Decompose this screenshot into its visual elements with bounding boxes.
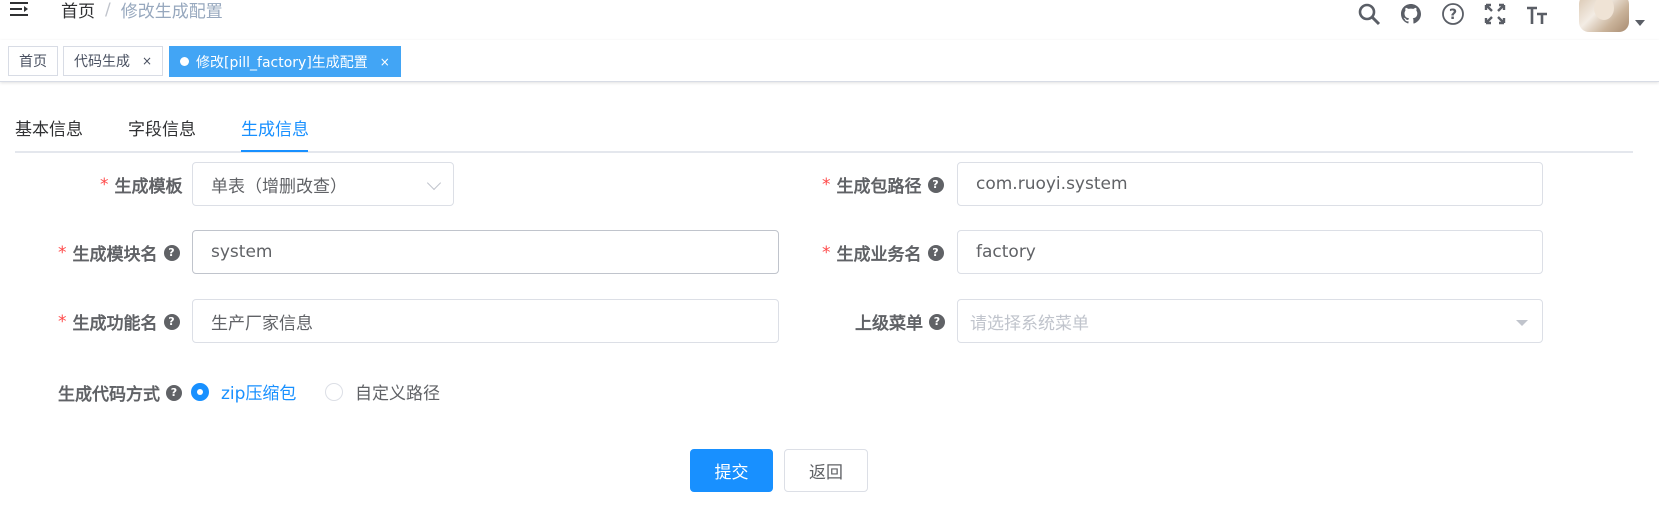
tag-edit-gen-config[interactable]: 修改[pill_factory]生成配置 × (169, 46, 401, 77)
github-icon[interactable] (1399, 2, 1423, 26)
required-mark: * (822, 174, 831, 195)
parent-menu-label: 上级菜单 ? (855, 309, 945, 334)
help-icon[interactable]: ? (927, 244, 944, 261)
radio-custom-path[interactable]: 自定义路径 (325, 379, 440, 404)
close-icon[interactable]: × (380, 55, 390, 69)
template-value: 单表（增删改查） (211, 176, 347, 197)
required-mark: * (58, 242, 67, 263)
module-name-value: system (211, 242, 273, 262)
breadcrumb-current: 修改生成配置 (120, 2, 223, 22)
navbar: 首页 / 修改生成配置 ? (0, 0, 1659, 40)
button-label: 返回 (809, 463, 843, 483)
svg-text:?: ? (1449, 7, 1457, 23)
tab-basic-info[interactable]: 基本信息 (15, 115, 83, 140)
business-name-label: * 生成业务名 ? (822, 240, 944, 265)
template-select[interactable]: 单表（增删改查） (192, 162, 454, 206)
required-mark: * (100, 174, 109, 195)
tabs: 基本信息 字段信息 生成信息 (15, 105, 1633, 153)
active-dot-icon (180, 57, 189, 66)
tab-field-info[interactable]: 字段信息 (128, 115, 196, 140)
tag-label: 代码生成 (74, 54, 130, 70)
tag-label: 修改[pill_factory]生成配置 (196, 54, 368, 71)
package-path-label: * 生成包路径 ? (822, 172, 944, 197)
label-text: 上级菜单 (855, 314, 923, 334)
breadcrumb-separator: / (105, 0, 111, 20)
avatar[interactable] (1579, 0, 1629, 32)
function-name-input[interactable]: 生产厂家信息 (192, 299, 779, 343)
submit-button[interactable]: 提交 (690, 449, 773, 492)
question-circle-icon[interactable]: ? (1441, 2, 1465, 26)
radio-label: 自定义路径 (355, 384, 440, 404)
active-tab-indicator (241, 150, 308, 152)
template-label: * 生成模板 (100, 172, 183, 198)
radio-label: zip压缩包 (221, 384, 297, 404)
label-text: 生成代码方式 (58, 385, 160, 405)
business-name-input[interactable]: factory (957, 230, 1543, 274)
chevron-down-icon (426, 175, 442, 191)
fullscreen-icon[interactable] (1483, 2, 1507, 26)
function-name-value: 生产厂家信息 (211, 313, 313, 334)
tags-view: 首页 代码生成 × 修改[pill_factory]生成配置 × (0, 40, 1659, 82)
radio-checked-icon (191, 382, 209, 401)
business-name-value: factory (976, 242, 1036, 262)
package-path-input[interactable]: com.ruoyi.system (957, 162, 1543, 206)
help-icon[interactable]: ? (166, 384, 182, 401)
label-text: 生成模板 (114, 177, 183, 197)
hamburger-menu-icon[interactable] (10, 0, 32, 18)
tag-label: 首页 (19, 54, 47, 70)
module-name-label: * 生成模块名 ? (58, 240, 180, 265)
package-path-value: com.ruoyi.system (976, 174, 1128, 194)
search-icon[interactable] (1357, 2, 1381, 26)
parent-menu-treeselect[interactable]: 请选择系统菜单 (957, 299, 1543, 343)
gen-type-label: 生成代码方式 ? (58, 380, 182, 405)
help-icon[interactable]: ? (929, 313, 945, 330)
help-icon[interactable]: ? (163, 313, 180, 330)
required-mark: * (58, 311, 67, 332)
close-icon[interactable]: × (142, 54, 152, 68)
label-text: 生成业务名 (836, 245, 922, 265)
navbar-actions: ? (1357, 0, 1629, 32)
button-label: 提交 (714, 463, 749, 483)
help-icon[interactable]: ? (163, 244, 180, 261)
label-text: 生成功能名 (72, 314, 158, 334)
tab-gen-info[interactable]: 生成信息 (241, 115, 309, 140)
tag-code-gen[interactable]: 代码生成 × (63, 46, 164, 76)
help-icon[interactable]: ? (927, 176, 944, 193)
caret-down-icon (1516, 320, 1528, 326)
caret-down-icon[interactable] (1635, 20, 1645, 26)
module-name-input[interactable]: system (192, 230, 779, 274)
breadcrumb-home[interactable]: 首页 (61, 0, 95, 22)
radio-zip[interactable]: zip压缩包 (191, 379, 296, 404)
breadcrumb: 首页 / 修改生成配置 (61, 0, 223, 22)
label-text: 生成模块名 (72, 245, 158, 265)
parent-menu-placeholder: 请选择系统菜单 (970, 313, 1089, 334)
function-name-label: * 生成功能名 ? (58, 309, 180, 334)
font-size-icon[interactable] (1525, 2, 1549, 26)
radio-unchecked-icon (325, 382, 343, 401)
back-button[interactable]: 返回 (784, 449, 868, 492)
tag-home[interactable]: 首页 (8, 46, 58, 76)
label-text: 生成包路径 (836, 177, 922, 197)
required-mark: * (822, 242, 831, 263)
